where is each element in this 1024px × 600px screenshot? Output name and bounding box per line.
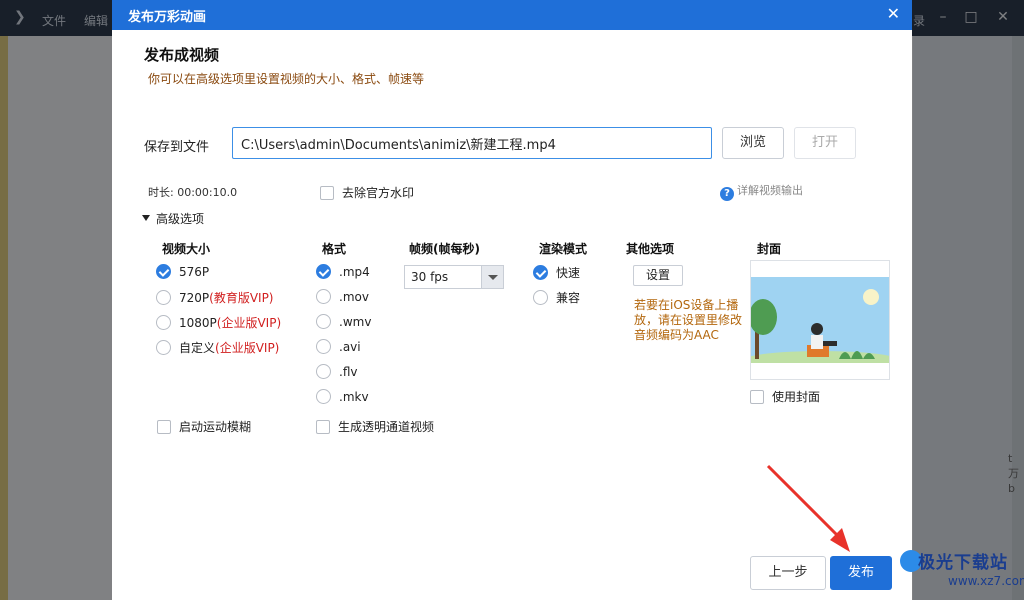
radio-checked[interactable]	[156, 264, 171, 279]
close-icon[interactable]: ✕	[887, 4, 900, 23]
remove-watermark-label: 去除官方水印	[342, 186, 415, 200]
watermark-url: www.xz7.com	[948, 574, 1024, 588]
format-option-flv[interactable]: .flv	[316, 364, 357, 379]
open-button[interactable]: 打开	[794, 127, 856, 159]
format-label: .mov	[339, 289, 369, 304]
radio[interactable]	[156, 290, 171, 305]
size-option-576p[interactable]: 576P	[156, 264, 209, 279]
fps-select[interactable]: 30 fps	[404, 265, 504, 289]
radio[interactable]	[156, 315, 171, 330]
dialog-title: 发布万彩动画	[128, 10, 207, 25]
publish-dialog: 发布万彩动画 ✕ 发布成视频 你可以在高级选项里设置视频的大小、格式、帧速等 保…	[112, 0, 912, 600]
format-option-mp4[interactable]: .mp4	[316, 264, 370, 279]
format-option-avi[interactable]: .avi	[316, 339, 361, 354]
size-option-custom[interactable]: 自定义 (企业版VIP)	[156, 339, 279, 356]
radio-checked[interactable]	[533, 265, 548, 280]
use-cover-checkbox[interactable]: 使用封面	[750, 388, 820, 405]
radio[interactable]	[316, 389, 331, 404]
radio[interactable]	[316, 339, 331, 354]
video-size-heading: 视频大小	[162, 242, 211, 256]
cover-thumbnail[interactable]	[750, 260, 890, 380]
radio[interactable]	[156, 340, 171, 355]
format-label: .mp4	[339, 264, 370, 279]
remove-watermark-checkbox[interactable]: 去除官方水印	[320, 184, 414, 201]
format-heading: 格式	[322, 242, 347, 256]
caret-down-icon	[142, 215, 150, 221]
motion-blur-label: 启动运动模糊	[179, 420, 252, 434]
render-label: 快速	[556, 266, 581, 280]
size-label: 720P	[179, 290, 210, 305]
advanced-options-label: 高级选项	[156, 212, 205, 226]
vip-tag: (教育版VIP)	[209, 291, 274, 305]
use-cover-label: 使用封面	[772, 390, 821, 404]
fps-heading: 帧频(帧每秒)	[409, 242, 480, 256]
previous-step-button[interactable]: 上一步	[750, 556, 826, 590]
checkbox-box[interactable]	[320, 185, 334, 200]
browse-button[interactable]: 浏览	[722, 127, 784, 159]
vip-tag: (企业版VIP)	[215, 341, 280, 355]
radio[interactable]	[533, 290, 548, 305]
fps-value: 30 fps	[411, 270, 449, 284]
duration-text: 时长: 00:00:10.0	[148, 186, 238, 199]
help-link[interactable]: ? 详解视频输出	[720, 182, 803, 201]
radio[interactable]	[316, 364, 331, 379]
section-title: 发布成视频	[144, 46, 220, 64]
settings-button[interactable]: 设置	[633, 265, 683, 286]
other-options-heading: 其他选项	[626, 242, 675, 256]
checkbox-box[interactable]	[750, 389, 764, 404]
save-to-file-label: 保存到文件	[144, 140, 210, 155]
render-option-compatible[interactable]: 兼容	[533, 289, 580, 306]
radio[interactable]	[316, 289, 331, 304]
render-mode-heading: 渲染模式	[539, 242, 588, 256]
checkbox-box[interactable]	[157, 419, 171, 434]
section-subtitle: 你可以在高级选项里设置视频的大小、格式、帧速等	[148, 72, 425, 86]
format-label: .mkv	[339, 389, 369, 404]
save-path-input[interactable]	[232, 127, 712, 159]
alpha-channel-checkbox[interactable]: 生成透明通道视频	[316, 418, 434, 435]
format-option-mkv[interactable]: .mkv	[316, 389, 369, 404]
alpha-channel-label: 生成透明通道视频	[338, 420, 435, 434]
motion-blur-checkbox[interactable]: 启动运动模糊	[157, 418, 251, 435]
checkbox-box[interactable]	[316, 419, 330, 434]
size-option-720p[interactable]: 720P (教育版VIP)	[156, 289, 274, 306]
cover-heading: 封面	[757, 242, 782, 256]
chevron-down-icon[interactable]	[481, 266, 503, 288]
size-label: 自定义	[179, 341, 216, 355]
size-label: 1080P	[179, 315, 217, 330]
format-label: .flv	[339, 364, 358, 379]
ios-note: 若要在iOS设备上播放，请在设置里修改音频编码为AAC	[634, 298, 743, 342]
radio-checked[interactable]	[316, 264, 331, 279]
render-option-fast[interactable]: 快速	[533, 264, 580, 281]
size-label: 576P	[179, 264, 210, 279]
format-option-wmv[interactable]: .wmv	[316, 314, 371, 329]
cover-illustration	[751, 261, 889, 379]
help-icon[interactable]: ?	[720, 187, 734, 201]
render-label: 兼容	[556, 291, 581, 305]
size-option-1080p[interactable]: 1080P (企业版VIP)	[156, 314, 281, 331]
help-label[interactable]: 详解视频输出	[737, 184, 803, 197]
advanced-options-toggle[interactable]: 高级选项	[142, 210, 204, 227]
dialog-header: 发布万彩动画 ✕	[112, 0, 912, 30]
publish-button[interactable]: 发布	[830, 556, 892, 590]
radio[interactable]	[316, 314, 331, 329]
format-label: .avi	[339, 339, 361, 354]
format-option-mov[interactable]: .mov	[316, 289, 369, 304]
format-label: .wmv	[339, 314, 372, 329]
vip-tag: (企业版VIP)	[216, 316, 282, 330]
watermark-name: 极光下载站	[918, 553, 1008, 573]
